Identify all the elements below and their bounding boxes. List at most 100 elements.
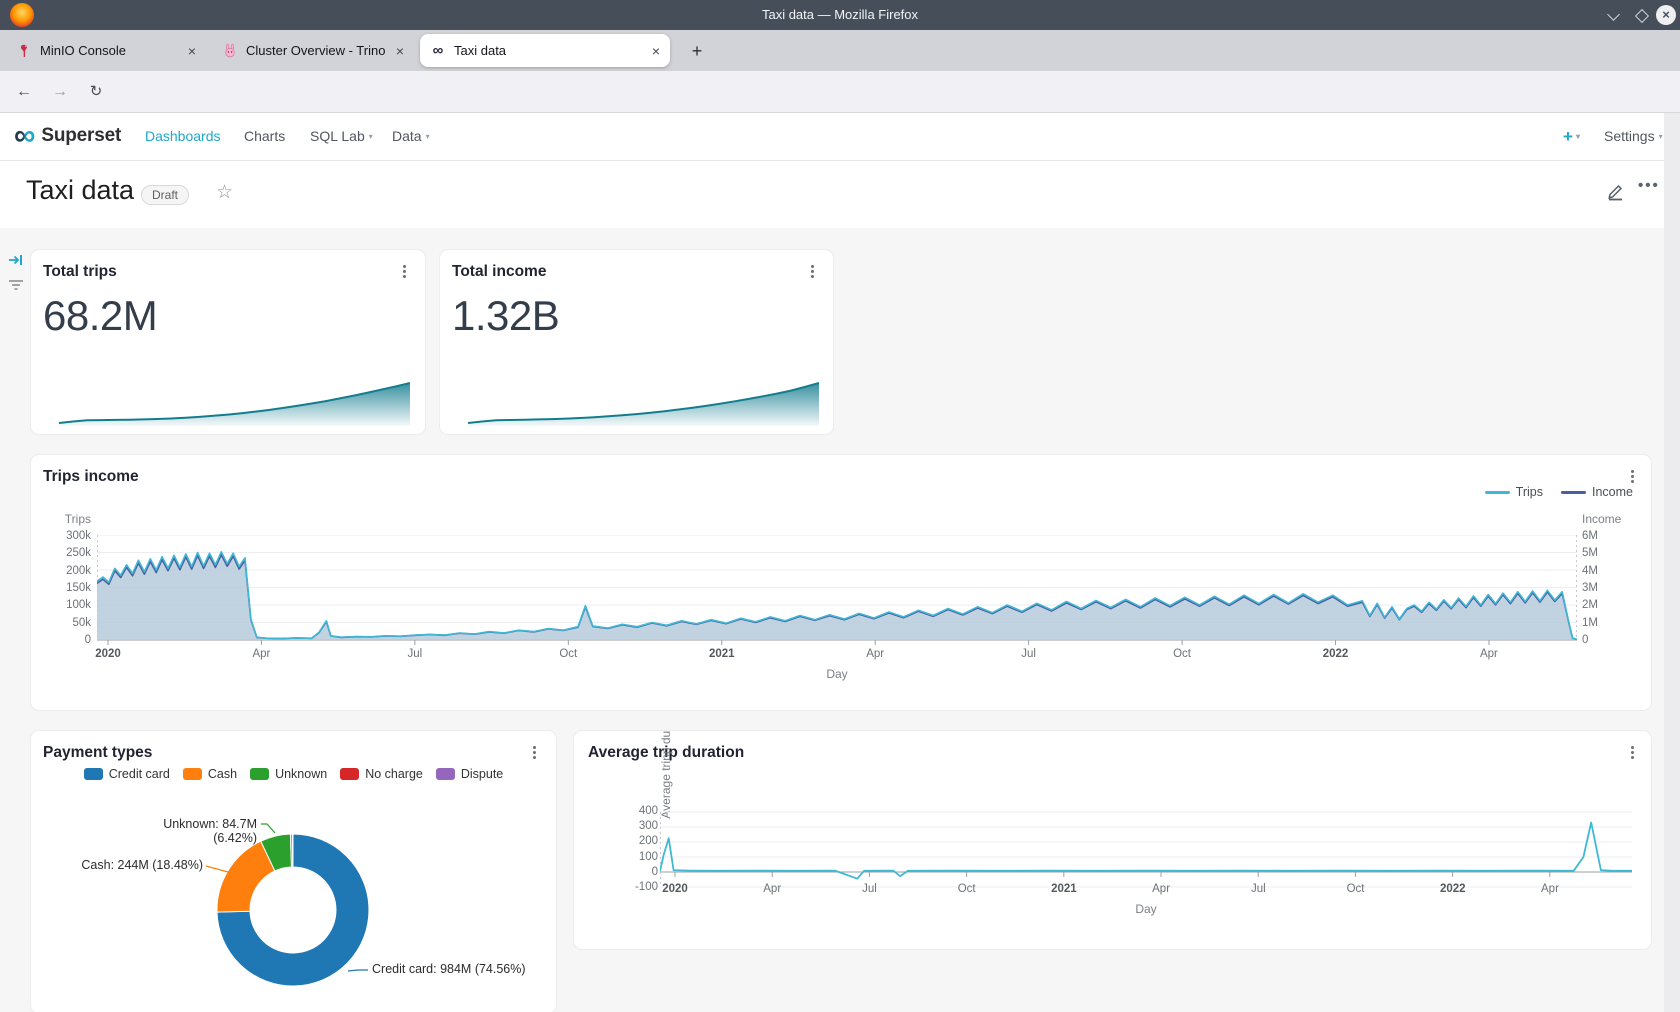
x-tick-label: Apr <box>1464 648 1514 660</box>
total-income-sparkline[interactable] <box>468 380 819 426</box>
x-tick-label: 2021 <box>1039 883 1089 895</box>
minimize-button[interactable] <box>1606 8 1622 24</box>
kebab-menu-icon[interactable] <box>395 262 413 280</box>
tab-close-icon[interactable]: × <box>396 44 404 58</box>
tick-label: 50k <box>37 617 91 629</box>
legend-item-dispute[interactable]: Dispute <box>436 767 503 781</box>
kebab-menu-icon[interactable] <box>525 743 543 761</box>
payment-types-donut[interactable] <box>31 786 556 1012</box>
legend-item-trips[interactable]: Trips <box>1485 485 1543 499</box>
nav-item-sql-lab[interactable]: SQL Lab▾ <box>310 113 373 160</box>
chevron-down-icon: ▾ <box>1659 132 1663 141</box>
x-tick-label: Apr <box>1525 883 1575 895</box>
x-axis-labels: 2020AprJulOct2021AprJulOct2022Apr <box>650 883 1575 895</box>
dashboard-grid: Total trips 68.2M Total income 1.32B Tri… <box>0 228 1680 1012</box>
new-tab-button[interactable]: + <box>684 38 710 64</box>
tab-bar: MinIO Console × Cluster Overview - Trino… <box>0 30 1680 71</box>
favorite-star-icon[interactable]: ☆ <box>216 181 233 204</box>
x-tick-label: 2022 <box>1311 648 1361 660</box>
left-axis-title: Trips <box>37 512 91 526</box>
x-tick-label: Apr <box>236 648 286 660</box>
tab-close-icon[interactable]: × <box>188 44 196 58</box>
draft-status-badge: Draft <box>141 185 189 205</box>
tick-label: 150k <box>37 582 91 594</box>
dashboard-menu-icon[interactable]: ••• <box>1638 177 1660 194</box>
tick-label: 5M <box>1582 547 1626 559</box>
tab-title: Taxi data <box>454 43 644 58</box>
tick-label: 0 <box>1582 634 1626 646</box>
filter-icon[interactable] <box>8 278 24 292</box>
nav-item-dashboards[interactable]: Dashboards <box>145 113 221 160</box>
income-line-swatch <box>1561 491 1586 494</box>
superset-infinity-logo-icon: ∞ <box>14 121 35 151</box>
x-tick-label: Apr <box>747 883 797 895</box>
trino-bunny-icon <box>222 43 238 59</box>
total-trips-sparkline[interactable] <box>59 380 410 426</box>
maximize-button[interactable] <box>1634 8 1650 24</box>
minio-flamingo-icon <box>16 43 32 59</box>
card-payment-types: Payment types Credit card Cash Unknown N… <box>31 731 556 1012</box>
nav-item-settings[interactable]: Settings▾ <box>1604 113 1663 160</box>
window-titlebar: Taxi data — Mozilla Firefox × <box>0 0 1680 30</box>
nav-item-data[interactable]: Data▾ <box>392 113 430 160</box>
edit-dashboard-icon[interactable] <box>1604 180 1626 202</box>
x-tick-label: Oct <box>1157 648 1207 660</box>
superset-brand-name: Superset <box>41 125 121 147</box>
kebab-menu-icon[interactable] <box>1623 743 1641 761</box>
callout-cash: Cash: 244M (18.48%) <box>71 858 203 872</box>
tick-label: 250k <box>37 547 91 559</box>
superset-logo[interactable]: ∞ Superset <box>14 121 121 151</box>
legend-item-credit-card[interactable]: Credit card <box>84 767 170 781</box>
callout-unknown: Unknown: 84.7M (6.42%) <box>127 817 257 845</box>
x-tick-label: 2020 <box>83 648 133 660</box>
chart-legend: Trips Income <box>1485 485 1633 499</box>
window-title: Taxi data — Mozilla Firefox <box>0 0 1680 30</box>
x-tick-label: Jul <box>1233 883 1283 895</box>
tab-trino-cluster-overview[interactable]: Cluster Overview - Trino × <box>212 30 414 71</box>
chevron-down-icon: ▾ <box>426 132 430 141</box>
chevron-down-icon: ▾ <box>1576 132 1580 141</box>
forward-button[interactable]: → <box>48 80 72 104</box>
expand-filter-bar-icon[interactable] <box>8 252 24 268</box>
tab-close-icon[interactable]: × <box>652 44 660 58</box>
tab-title: Cluster Overview - Trino <box>246 43 388 58</box>
tick-label: 200 <box>608 835 658 847</box>
page-scrollbar[interactable] <box>1664 113 1680 1012</box>
right-axis-ticks: 6M5M4M3M2M1M0 <box>1582 530 1626 646</box>
kebab-menu-icon[interactable] <box>1623 467 1641 485</box>
tick-label: 300k <box>37 530 91 542</box>
x-tick-label: 2021 <box>697 648 747 660</box>
back-button[interactable]: ← <box>12 80 36 104</box>
tick-label: 3M <box>1582 582 1626 594</box>
new-item-button[interactable]: +▾ <box>1563 113 1580 160</box>
chart-title: Total income <box>452 263 546 281</box>
tab-taxi-data-active[interactable]: ∞ Taxi data × <box>420 34 670 67</box>
card-total-income: Total income 1.32B <box>440 250 833 434</box>
tick-label: 2M <box>1582 599 1626 611</box>
chevron-down-icon: ▾ <box>369 132 373 141</box>
chart-title: Trips income <box>43 468 139 486</box>
tab-minio-console[interactable]: MinIO Console × <box>6 30 206 71</box>
page-title: Taxi data <box>26 175 134 206</box>
tick-label: 6M <box>1582 530 1626 542</box>
legend-item-cash[interactable]: Cash <box>183 767 237 781</box>
x-tick-label: Jul <box>844 883 894 895</box>
trips-income-plot[interactable] <box>97 535 1577 647</box>
kebab-menu-icon[interactable] <box>803 262 821 280</box>
legend-item-unknown[interactable]: Unknown <box>250 767 327 781</box>
tab-title: MinIO Console <box>40 43 180 58</box>
metric-value: 1.32B <box>452 292 559 340</box>
right-axis-title: Income <box>1582 512 1621 526</box>
x-tick-label: Oct <box>543 648 593 660</box>
left-axis-ticks: 300k250k200k150k100k50k0 <box>37 530 91 646</box>
legend-item-income[interactable]: Income <box>1561 485 1633 499</box>
x-tick-label: Apr <box>1136 883 1186 895</box>
x-tick-label: Jul <box>390 648 440 660</box>
metric-value: 68.2M <box>43 292 157 340</box>
reload-button[interactable]: ↻ <box>84 80 108 104</box>
nav-item-charts[interactable]: Charts <box>244 113 285 160</box>
browser-toolbar: ← → ↻ 172.18.0.4:32295/superset/dashboar… <box>0 71 1680 113</box>
legend-item-no-charge[interactable]: No charge <box>340 767 423 781</box>
close-window-button[interactable]: × <box>1656 5 1676 25</box>
y-axis-ticks: 4003002001000-100 <box>608 805 658 893</box>
